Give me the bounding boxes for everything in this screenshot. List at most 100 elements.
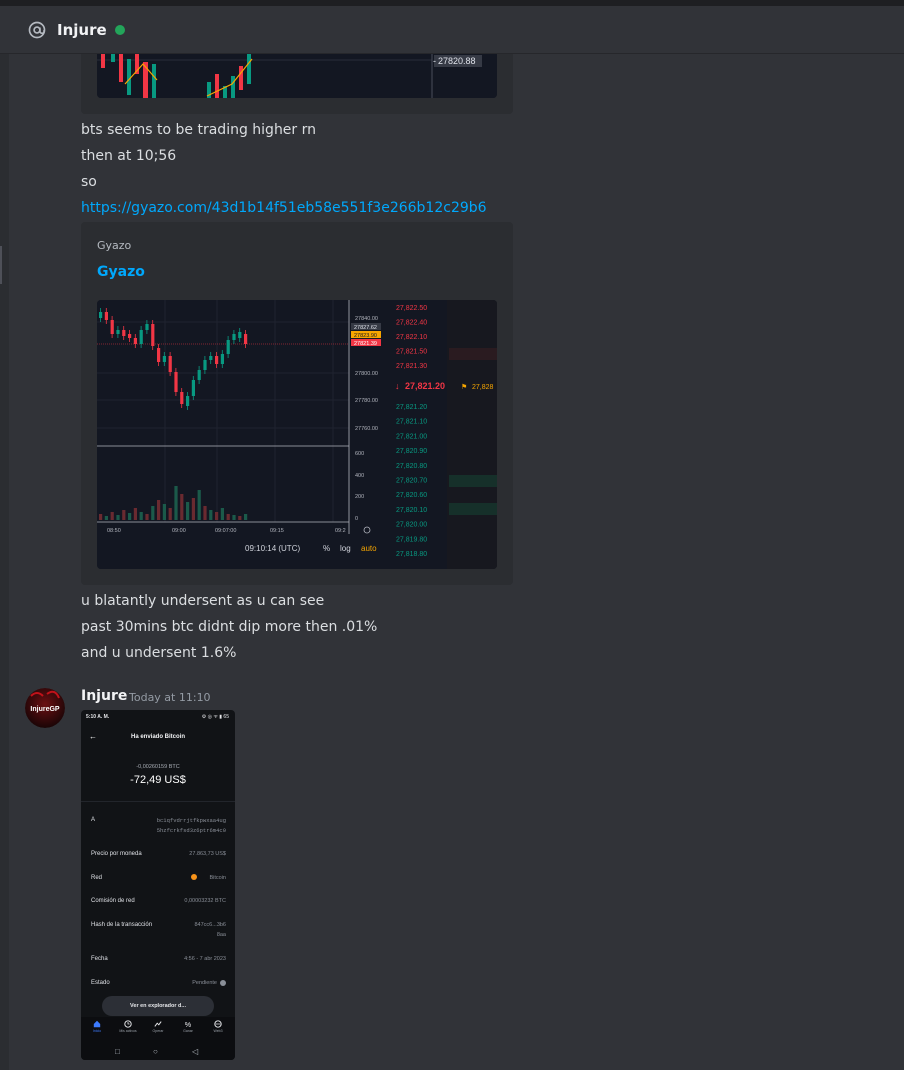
- embed-chart-image[interactable]: 27840.00 27827.62 27823.90 27821.39 2780…: [97, 300, 497, 569]
- orderbook-bid: 27,821.20: [396, 404, 427, 411]
- orderbook-ask: 27,821.30: [396, 363, 427, 370]
- candle: [232, 334, 236, 340]
- candle: [215, 356, 219, 364]
- android-recent-button[interactable]: □: [115, 1047, 120, 1056]
- volume-bar: [162, 504, 166, 520]
- volume-bar: [122, 510, 126, 520]
- nav-trade[interactable]: Operar: [147, 1020, 169, 1033]
- scroll-marker: [0, 246, 2, 284]
- message-line: so: [81, 174, 97, 190]
- candle: [168, 356, 172, 372]
- candle: [145, 324, 149, 330]
- left-gutter: [0, 54, 9, 1070]
- volume-bar: [99, 514, 103, 520]
- message-line: bts seems to be trading higher rn: [81, 122, 317, 138]
- message-author[interactable]: Injure: [81, 688, 127, 704]
- price-axis-label: 27780.00: [355, 398, 378, 404]
- row-value: 5hzfcrkfsd3z6ptr6m4c0: [156, 827, 226, 834]
- phone-screenshot-image[interactable]: 5:10 A. M. ⚙ ◎ ᯤ ▮ 65 ← Ha enviado Bitco…: [81, 710, 235, 1060]
- percent-toggle[interactable]: %: [323, 544, 330, 553]
- row-label: Red: [91, 875, 103, 881]
- price-axis-label: 27821.39: [354, 341, 377, 347]
- orderbook-bid: 27,820.80: [396, 463, 427, 470]
- price-axis-label: 27800.00: [355, 371, 378, 377]
- android-back-button[interactable]: ◁: [192, 1047, 198, 1056]
- candle: [133, 338, 137, 344]
- volume-bar: [203, 506, 207, 520]
- row-label: Estado: [91, 980, 110, 986]
- volume-bar: [116, 515, 120, 520]
- message-line: past 30mins btc didnt dip more then .01%: [81, 619, 378, 635]
- time-axis-label: 09:07:00: [215, 528, 236, 534]
- volume-bar: [139, 512, 143, 520]
- price-label: 27820.88: [438, 56, 476, 66]
- candle: [197, 370, 201, 380]
- orderbook-arrow-icon: ↓: [395, 381, 400, 391]
- orderbook-bid: 27,820.60: [396, 492, 427, 499]
- volume-bar: [232, 515, 236, 520]
- avatar[interactable]: InjureGP: [25, 688, 65, 728]
- candle: [104, 312, 108, 320]
- android-home-button[interactable]: ○: [153, 1047, 158, 1056]
- time-axis-label: 09:2: [335, 528, 346, 534]
- orderbook-bid: 27,821.10: [396, 419, 427, 426]
- view-explorer-button[interactable]: Ver en explorador d...: [102, 996, 214, 1016]
- volume-bar: [244, 514, 248, 520]
- candle: [174, 372, 178, 392]
- candle: [244, 334, 248, 344]
- orderbook-flag-price: 27,828: [472, 384, 494, 391]
- volume-bar: [174, 486, 178, 520]
- nav-web3[interactable]: Web3: [207, 1020, 229, 1033]
- volume-axis-label: 0: [355, 516, 358, 522]
- nav-label: Mis activos: [119, 1029, 137, 1033]
- candle: [128, 334, 132, 338]
- volume-bar: [186, 502, 190, 520]
- candle: [226, 340, 230, 354]
- chart-clock: 09:10:14 (UTC): [245, 544, 300, 553]
- time-axis-label: 08:50: [107, 528, 121, 534]
- message-line: u blatantly undersent as u can see: [81, 593, 325, 609]
- row-value: 0,00003232 BTC: [184, 898, 226, 904]
- candle: [180, 392, 184, 404]
- message-timestamp: Today at 11:10: [129, 691, 211, 704]
- previous-chart-embed: 27820.88 -: [81, 54, 513, 114]
- web3-icon: [214, 1020, 222, 1028]
- nav-home[interactable]: Inicio: [86, 1020, 108, 1033]
- auto-toggle[interactable]: auto: [361, 544, 377, 553]
- orderbook-ask: 27,822.40: [396, 320, 427, 327]
- phone-page-title: Ha enviado Bitcoin: [130, 734, 185, 740]
- price-axis-label: 27760.00: [355, 426, 378, 432]
- nav-assets[interactable]: Mis activos: [117, 1020, 139, 1033]
- candle: [162, 356, 166, 362]
- clock-icon: [124, 1020, 132, 1028]
- candle: [116, 330, 120, 334]
- btc-amount: -0,00260159 BTC: [136, 764, 180, 770]
- volume-bar: [133, 508, 137, 520]
- row-label: Hash de la transacción: [91, 922, 153, 928]
- price-axis-label: 27827.62: [354, 325, 377, 331]
- usd-amount: -72,49 US$: [130, 774, 186, 786]
- candle: [191, 380, 195, 396]
- gyazo-embed: Gyazo Gyazo 27840.00 27827.62 27823.90 2…: [81, 222, 513, 585]
- home-icon: [93, 1020, 101, 1028]
- log-toggle[interactable]: log: [340, 544, 351, 553]
- embed-provider: Gyazo: [97, 239, 132, 252]
- nav-earn[interactable]: % Ganar: [177, 1020, 199, 1033]
- orderbook-mid-price: 27,821.20: [405, 381, 445, 391]
- chart-image[interactable]: 27820.88 -: [97, 54, 497, 98]
- embed-title-link[interactable]: Gyazo: [97, 264, 145, 280]
- volume-bar: [180, 494, 184, 520]
- nav-label: Inicio: [92, 1029, 102, 1033]
- volume-bar: [215, 512, 219, 520]
- volume-axis-label: 200: [355, 494, 364, 500]
- volume-bar: [191, 498, 195, 520]
- phone-bottom-nav: Inicio Mis activos Operar % Ganar Web3 □…: [81, 1017, 235, 1060]
- price-axis-label: 27840.00: [355, 316, 378, 322]
- channel-name[interactable]: Injure: [57, 21, 107, 39]
- gyazo-link[interactable]: https://gyazo.com/43d1b14f51eb58e551f3e2…: [81, 200, 487, 216]
- volume-bar: [151, 506, 155, 520]
- info-icon[interactable]: [220, 980, 226, 986]
- volume-bar: [197, 490, 201, 520]
- orderbook-bid: 27,820.00: [396, 522, 427, 529]
- mention-icon: [26, 19, 48, 41]
